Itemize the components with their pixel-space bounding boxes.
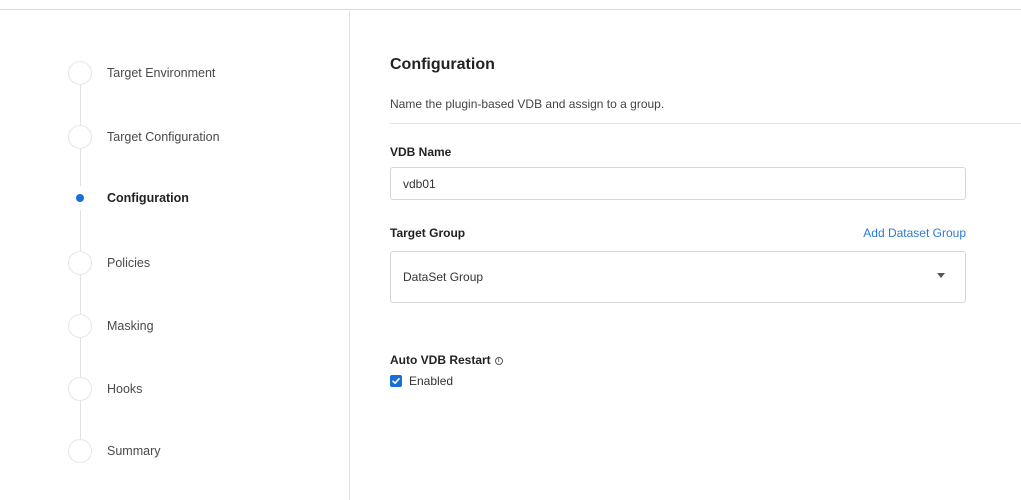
configuration-panel: Configuration Name the plugin-based VDB … xyxy=(390,0,1021,500)
target-group-selected-value: DataSet Group xyxy=(403,270,484,284)
step-label: Configuration xyxy=(107,191,189,205)
target-group-label: Target Group xyxy=(390,226,466,240)
vdb-name-input[interactable] xyxy=(390,167,966,200)
add-dataset-group-link[interactable]: Add Dataset Group xyxy=(863,226,966,240)
step-label: Target Environment xyxy=(107,66,216,80)
step-label: Summary xyxy=(107,444,161,458)
vdb-name-label: VDB Name xyxy=(390,145,452,159)
step-circle-icon xyxy=(68,377,92,401)
checkbox-label: Enabled xyxy=(409,374,454,388)
divider xyxy=(390,123,1021,124)
step-masking[interactable]: Masking xyxy=(68,314,338,338)
step-label: Target Configuration xyxy=(107,130,220,144)
step-active-dot-icon xyxy=(68,186,92,210)
step-hooks[interactable]: Hooks xyxy=(68,377,338,401)
step-circle-icon xyxy=(68,125,92,149)
page-subtitle: Name the plugin-based VDB and assign to … xyxy=(390,97,665,111)
step-target-environment[interactable]: Target Environment xyxy=(68,61,338,85)
auto-restart-label-text: Auto VDB Restart xyxy=(390,353,491,367)
auto-restart-label: Auto VDB Restart i xyxy=(390,353,503,367)
step-label: Policies xyxy=(107,256,151,270)
step-target-configuration[interactable]: Target Configuration xyxy=(68,125,338,149)
step-circle-icon xyxy=(68,251,92,275)
step-label: Masking xyxy=(107,319,154,333)
wizard-sidebar: Target Environment Target Configuration … xyxy=(0,11,350,500)
checkbox-checked-icon[interactable] xyxy=(390,375,402,387)
step-label: Hooks xyxy=(107,382,143,396)
info-icon[interactable]: i xyxy=(494,357,503,365)
step-circle-icon xyxy=(68,439,92,463)
target-group-select[interactable]: DataSet Group xyxy=(390,251,966,303)
page-title: Configuration xyxy=(390,56,495,73)
auto-restart-checkbox[interactable]: Enabled xyxy=(390,374,453,388)
step-circle-icon xyxy=(68,314,92,338)
step-circle-icon xyxy=(68,61,92,85)
step-policies[interactable]: Policies xyxy=(68,251,338,275)
step-configuration[interactable]: Configuration xyxy=(68,186,338,210)
chevron-down-icon xyxy=(937,272,945,278)
step-summary[interactable]: Summary xyxy=(68,439,338,463)
